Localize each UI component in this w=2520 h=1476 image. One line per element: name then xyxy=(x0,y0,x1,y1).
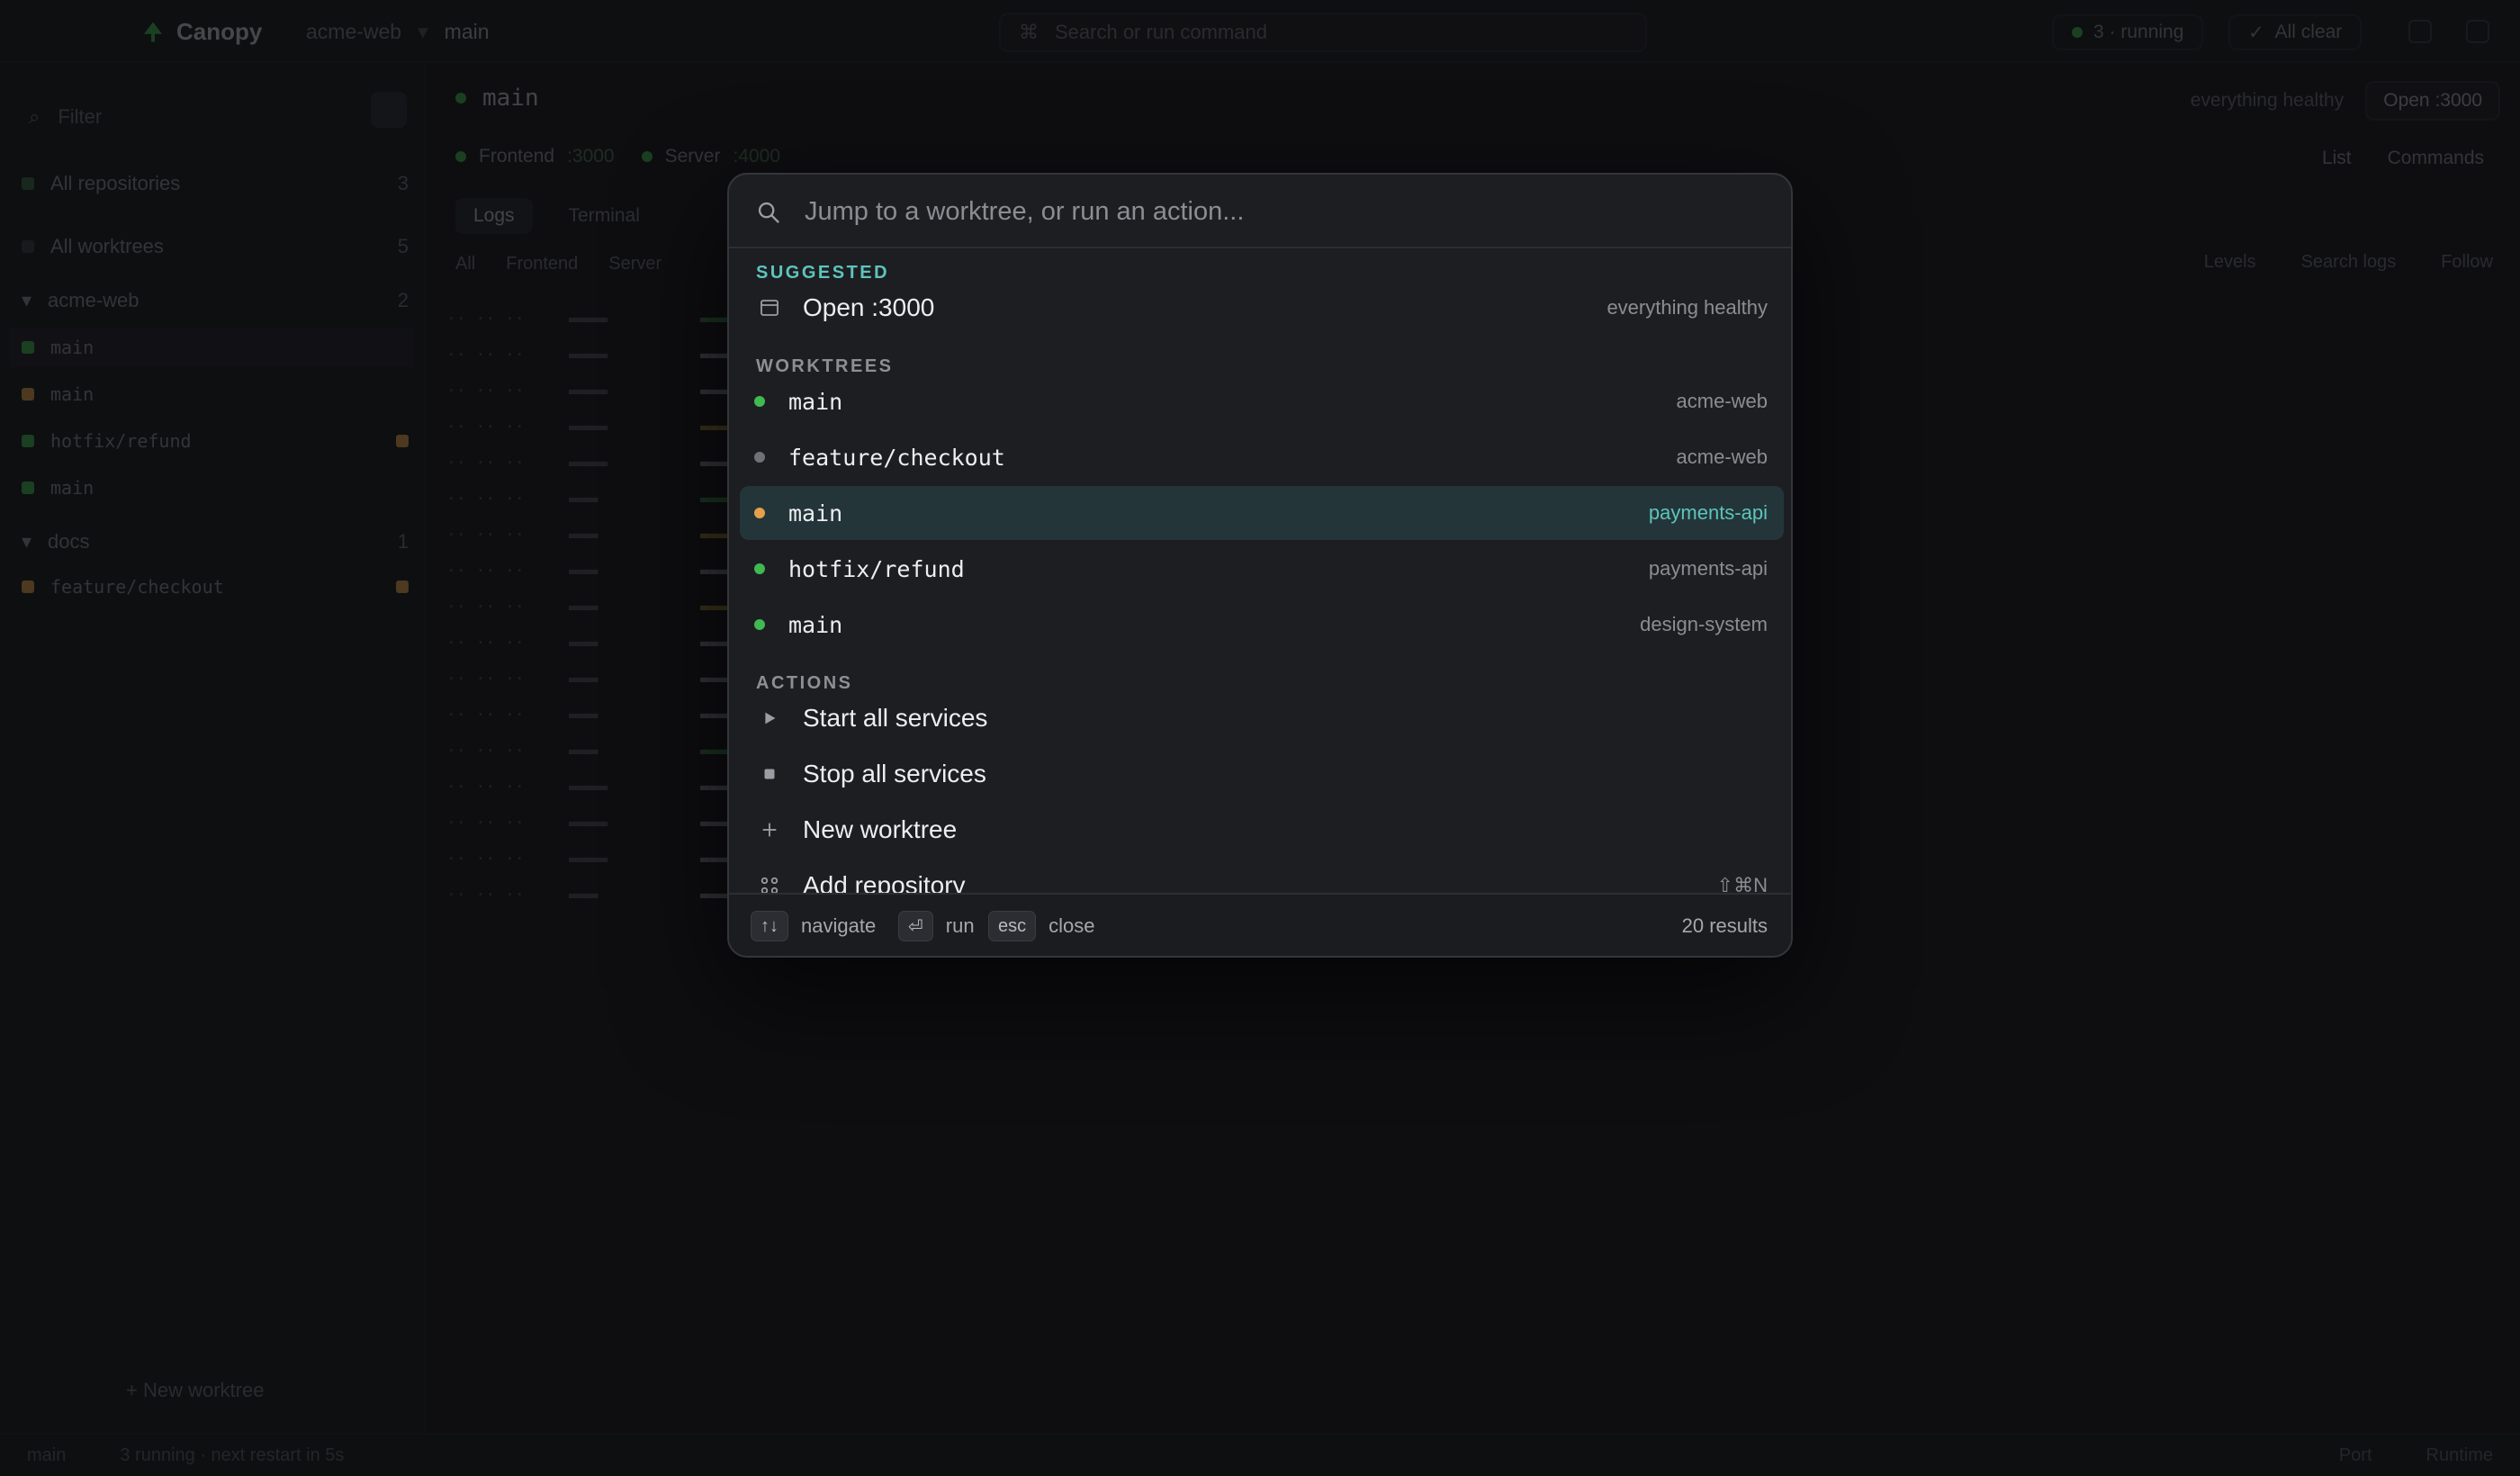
palette-worktree-item[interactable]: main design-system xyxy=(740,598,1784,652)
palette-action-new-worktree[interactable]: New worktree xyxy=(740,803,1784,857)
status-dot-icon xyxy=(754,452,765,463)
command-palette: SUGGESTED Open :3000 everything healthy … xyxy=(727,173,1793,958)
palette-action-label: New worktree xyxy=(803,815,958,843)
plus-icon xyxy=(758,818,781,842)
palette-worktree-repo: acme-web xyxy=(1676,446,1768,468)
footer-hint-close: esc close xyxy=(988,911,1094,941)
escape-key: esc xyxy=(988,911,1037,941)
palette-item-label: Open :3000 xyxy=(803,293,935,321)
repository-icon xyxy=(758,874,781,893)
close-label: close xyxy=(1048,914,1095,937)
palette-worktree-repo: acme-web xyxy=(1676,390,1768,412)
palette-worktree-repo: design-system xyxy=(1640,613,1768,635)
stop-icon xyxy=(758,762,781,786)
status-dot-icon xyxy=(754,563,765,574)
palette-worktree-label: main xyxy=(788,611,843,638)
navigate-key: ↑↓ xyxy=(751,911,788,941)
palette-worktree-item-selected[interactable]: main payments-api xyxy=(740,486,1784,540)
palette-worktree-repo: payments-api xyxy=(1648,501,1768,524)
palette-footer: ↑↓ navigate ⏎ run esc close 20 results xyxy=(729,893,1791,956)
results-count: 20 results xyxy=(1681,914,1768,937)
palette-item-hint: everything healthy xyxy=(1606,296,1768,319)
palette-action-start-all[interactable]: Start all services xyxy=(740,691,1784,745)
palette-worktree-item[interactable]: main acme-web xyxy=(740,374,1784,428)
palette-worktree-repo: payments-api xyxy=(1648,557,1768,580)
palette-item-open-port[interactable]: Open :3000 everything healthy xyxy=(740,281,1784,335)
palette-action-add-repository[interactable]: Add repository ⇧⌘N xyxy=(740,859,1784,893)
palette-worktree-label: hotfix/refund xyxy=(788,555,965,582)
palette-results: SUGGESTED Open :3000 everything healthy … xyxy=(729,250,1791,893)
play-icon xyxy=(758,706,781,730)
palette-action-label: Stop all services xyxy=(803,760,986,788)
status-dot-icon xyxy=(754,619,765,630)
footer-hint-navigate: ↑↓ navigate xyxy=(751,911,876,941)
palette-action-label: Start all services xyxy=(803,704,988,732)
palette-worktree-item[interactable]: feature/checkout acme-web xyxy=(740,430,1784,484)
enter-key: ⏎ xyxy=(898,911,933,941)
palette-worktree-label: main xyxy=(788,388,843,415)
palette-action-shortcut: ⇧⌘N xyxy=(1716,874,1768,893)
palette-worktree-item[interactable]: hotfix/refund payments-api xyxy=(740,542,1784,596)
search-icon xyxy=(758,202,779,223)
palette-worktree-label: main xyxy=(788,500,843,526)
browser-window-icon xyxy=(758,296,781,320)
status-dot-icon xyxy=(754,508,765,518)
palette-action-stop-all[interactable]: Stop all services xyxy=(740,747,1784,801)
status-dot-icon xyxy=(754,396,765,407)
palette-action-label: Add repository xyxy=(803,871,966,893)
palette-worktree-label: feature/checkout xyxy=(788,444,1005,471)
footer-hint-run: ⏎ run xyxy=(898,911,975,941)
run-label: run xyxy=(945,914,975,937)
palette-search-bar xyxy=(729,175,1791,248)
navigate-label: navigate xyxy=(801,914,877,937)
palette-search-input[interactable] xyxy=(805,189,1759,234)
